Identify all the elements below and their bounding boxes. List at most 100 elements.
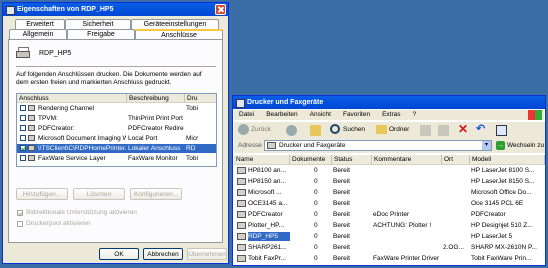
- menu-datei[interactable]: Datei: [239, 111, 254, 118]
- port-checkbox[interactable]: [20, 125, 26, 131]
- tab-allgemein[interactable]: Allgemein: [9, 29, 67, 39]
- col-name[interactable]: Name: [234, 155, 290, 165]
- folders-icon: [376, 125, 387, 134]
- port-icon: [28, 135, 35, 141]
- menu-bearbeiten[interactable]: Bearbeiten: [266, 111, 297, 118]
- back-button[interactable]: Zurück: [238, 124, 280, 136]
- printer-status: Bereit: [333, 167, 350, 174]
- address-input[interactable]: Drucker und Faxgeräte ▾: [264, 140, 492, 151]
- divider: [16, 66, 216, 67]
- dialog-titlebar[interactable]: Eigenschaften von RDP_HP5: [3, 3, 228, 16]
- printer-row[interactable]: Microsoft ... 0 Bereit Microsoft Office Do.…: [234, 188, 545, 198]
- delete-port-button[interactable]: Löschen: [73, 188, 125, 200]
- tab-freigabe[interactable]: Freigabe: [67, 29, 135, 39]
- printer-documents: 0: [314, 233, 318, 240]
- port-row[interactable]: FaxWare Service Layer FaxWare Monitor Tobi: [17, 154, 216, 163]
- port-checkbox[interactable]: [20, 155, 26, 161]
- apply-button[interactable]: Übernehmen: [187, 248, 227, 260]
- col-comments[interactable]: Kommentare: [372, 155, 442, 165]
- printer-status: Bereit: [333, 189, 350, 196]
- port-row[interactable]: TPVM: ThinPrint Print Port Mo...: [17, 114, 216, 123]
- port-checkbox[interactable]: [20, 105, 26, 111]
- configure-port-button[interactable]: Konfigurieren...: [130, 188, 182, 200]
- port-description: ThinPrint Print Port Mo...: [128, 115, 184, 122]
- port-printer: Micr: [186, 135, 199, 142]
- menu-extras[interactable]: Extras: [382, 111, 400, 118]
- tab-geraeteeinstellungen[interactable]: Geräteeinstellungen: [131, 19, 219, 29]
- printer-comment: FaxWare Printer Driver: [373, 255, 440, 262]
- undo-icon[interactable]: ↶: [476, 124, 487, 135]
- pooling-option[interactable]: Druckerpool aktivieren: [14, 220, 214, 229]
- tab-anschluesse[interactable]: Anschlüsse: [135, 29, 223, 39]
- printer-model: HP Designjet 510 Z...: [471, 222, 533, 229]
- instruction-text: Auf folgenden Anschlüssen drucken. Die D…: [16, 71, 202, 86]
- folders-label: Ordner: [389, 126, 410, 133]
- bidirectional-option[interactable]: Bidirektionale Unterstützung aktivieren: [14, 209, 214, 218]
- col-status[interactable]: Status: [332, 155, 372, 165]
- menu-help[interactable]: ?: [413, 111, 417, 118]
- explorer-titlebar[interactable]: Drucker und Faxgeräte: [233, 96, 545, 109]
- port-description: Local Port: [128, 135, 158, 142]
- menu-favoriten[interactable]: Favoriten: [343, 111, 370, 118]
- printer-row[interactable]: PDFCreator 0 Bereit eDoc Printer PDFCreator: [234, 210, 545, 220]
- port-row[interactable]: Microsoft Document Imaging Writer ...Loc…: [17, 134, 216, 143]
- printer-status: Bereit: [333, 178, 350, 185]
- search-button[interactable]: Suchen: [330, 124, 370, 136]
- port-list[interactable]: Anschluss Beschreibung Dru Rendering Cha…: [16, 93, 217, 167]
- port-row[interactable]: \\TSClient\C\RDPHomePrinterJob.prnLokale…: [17, 144, 216, 153]
- tab-sicherheit[interactable]: Sicherheit: [65, 19, 131, 29]
- explorer-title: Drucker und Faxgeräte: [247, 99, 324, 106]
- printer-model: Oce 3145 PCL 6E: [471, 200, 524, 207]
- printer-folder-icon: [236, 99, 245, 108]
- add-port-button[interactable]: Hinzufügen...: [16, 188, 68, 200]
- tab-erweitert[interactable]: Erweitert: [15, 19, 65, 29]
- printer-row[interactable]: Plotter_HP... 0 Bereit ACHTUNG: Plotter ! HP…: [234, 221, 545, 231]
- go-button[interactable]: → Wechseln zu: [496, 140, 544, 151]
- printer-icon: [237, 233, 246, 240]
- ok-button[interactable]: OK: [99, 248, 139, 260]
- move-to-icon[interactable]: [420, 125, 431, 136]
- chevron-down-icon[interactable]: ▾: [482, 141, 491, 150]
- delete-icon[interactable]: ✕: [458, 123, 469, 135]
- views-icon[interactable]: [496, 125, 507, 136]
- printer-status: Bereit: [333, 255, 350, 262]
- col-model[interactable]: Modell: [470, 155, 545, 165]
- forward-arrow-icon[interactable]: [286, 125, 297, 136]
- printer-row[interactable]: SHARP261... 0 Bereit 2.OG... SHARP MX-2610N …: [234, 243, 545, 253]
- col-drucker[interactable]: Dru: [185, 94, 216, 103]
- printer-row[interactable]: HP8100 an... 0 Bereit HP LaserJet 8100 S...: [234, 166, 545, 176]
- menu-ansicht[interactable]: Ansicht: [310, 111, 331, 118]
- go-label: Wechseln zu: [507, 142, 545, 149]
- col-documents[interactable]: Dokumente: [290, 155, 332, 165]
- pooling-checkbox[interactable]: [17, 221, 23, 227]
- tab-panel: RDP_HP5 Auf folgenden Anschlüssen drucke…: [8, 39, 223, 243]
- folders-button[interactable]: Ordner: [376, 124, 412, 136]
- port-name: Rendering Channel: [38, 105, 95, 112]
- close-icon[interactable]: [215, 4, 226, 15]
- copy-to-icon[interactable]: [438, 125, 449, 136]
- col-anschluss[interactable]: Anschluss: [17, 94, 127, 103]
- printer-row[interactable]: HP8150 an... 0 Bereit HP LaserJet 8150 S...: [234, 177, 545, 187]
- port-checkbox[interactable]: [20, 145, 26, 151]
- col-beschreibung[interactable]: Beschreibung: [127, 94, 185, 103]
- printer-status: Bereit: [333, 200, 350, 207]
- printer-row[interactable]: OCE3145 a... 0 Bereit Oce 3145 PCL 6E: [234, 199, 545, 209]
- port-name: PDFCreator:: [38, 125, 75, 132]
- go-arrow-icon: →: [496, 141, 505, 150]
- printer-comment: ACHTUNG: Plotter !: [373, 222, 432, 229]
- printer-list[interactable]: Name Dokumente Status Kommentare Ort Mod…: [234, 155, 545, 265]
- printer-model: HP LaserJet 8150 S...: [471, 178, 535, 185]
- cancel-button[interactable]: Abbrechen: [143, 248, 183, 260]
- printer-model: SHARP MX-2610N P...: [471, 244, 537, 251]
- port-checkbox[interactable]: [20, 135, 26, 141]
- col-location[interactable]: Ort: [442, 155, 470, 165]
- port-checkbox[interactable]: [20, 115, 26, 121]
- printers-explorer-window: Drucker und Faxgeräte Datei Bearbeiten Ans…: [232, 95, 546, 266]
- port-row[interactable]: Rendering Channel Tobi: [17, 104, 216, 113]
- port-row[interactable]: PDFCreator: PDFCreator Redirected Port: [17, 124, 216, 133]
- printer-row[interactable]: Tobit FaxPr... 0 Bereit FaxWare Printer Dri…: [234, 254, 545, 264]
- folder-up-icon[interactable]: [310, 125, 321, 136]
- bidirectional-checkbox[interactable]: [17, 210, 23, 216]
- printer-name: RDP_HP5: [248, 232, 290, 241]
- printer-row[interactable]: RDP_HP5 0 Bereit HP LaserJet 5: [234, 232, 545, 242]
